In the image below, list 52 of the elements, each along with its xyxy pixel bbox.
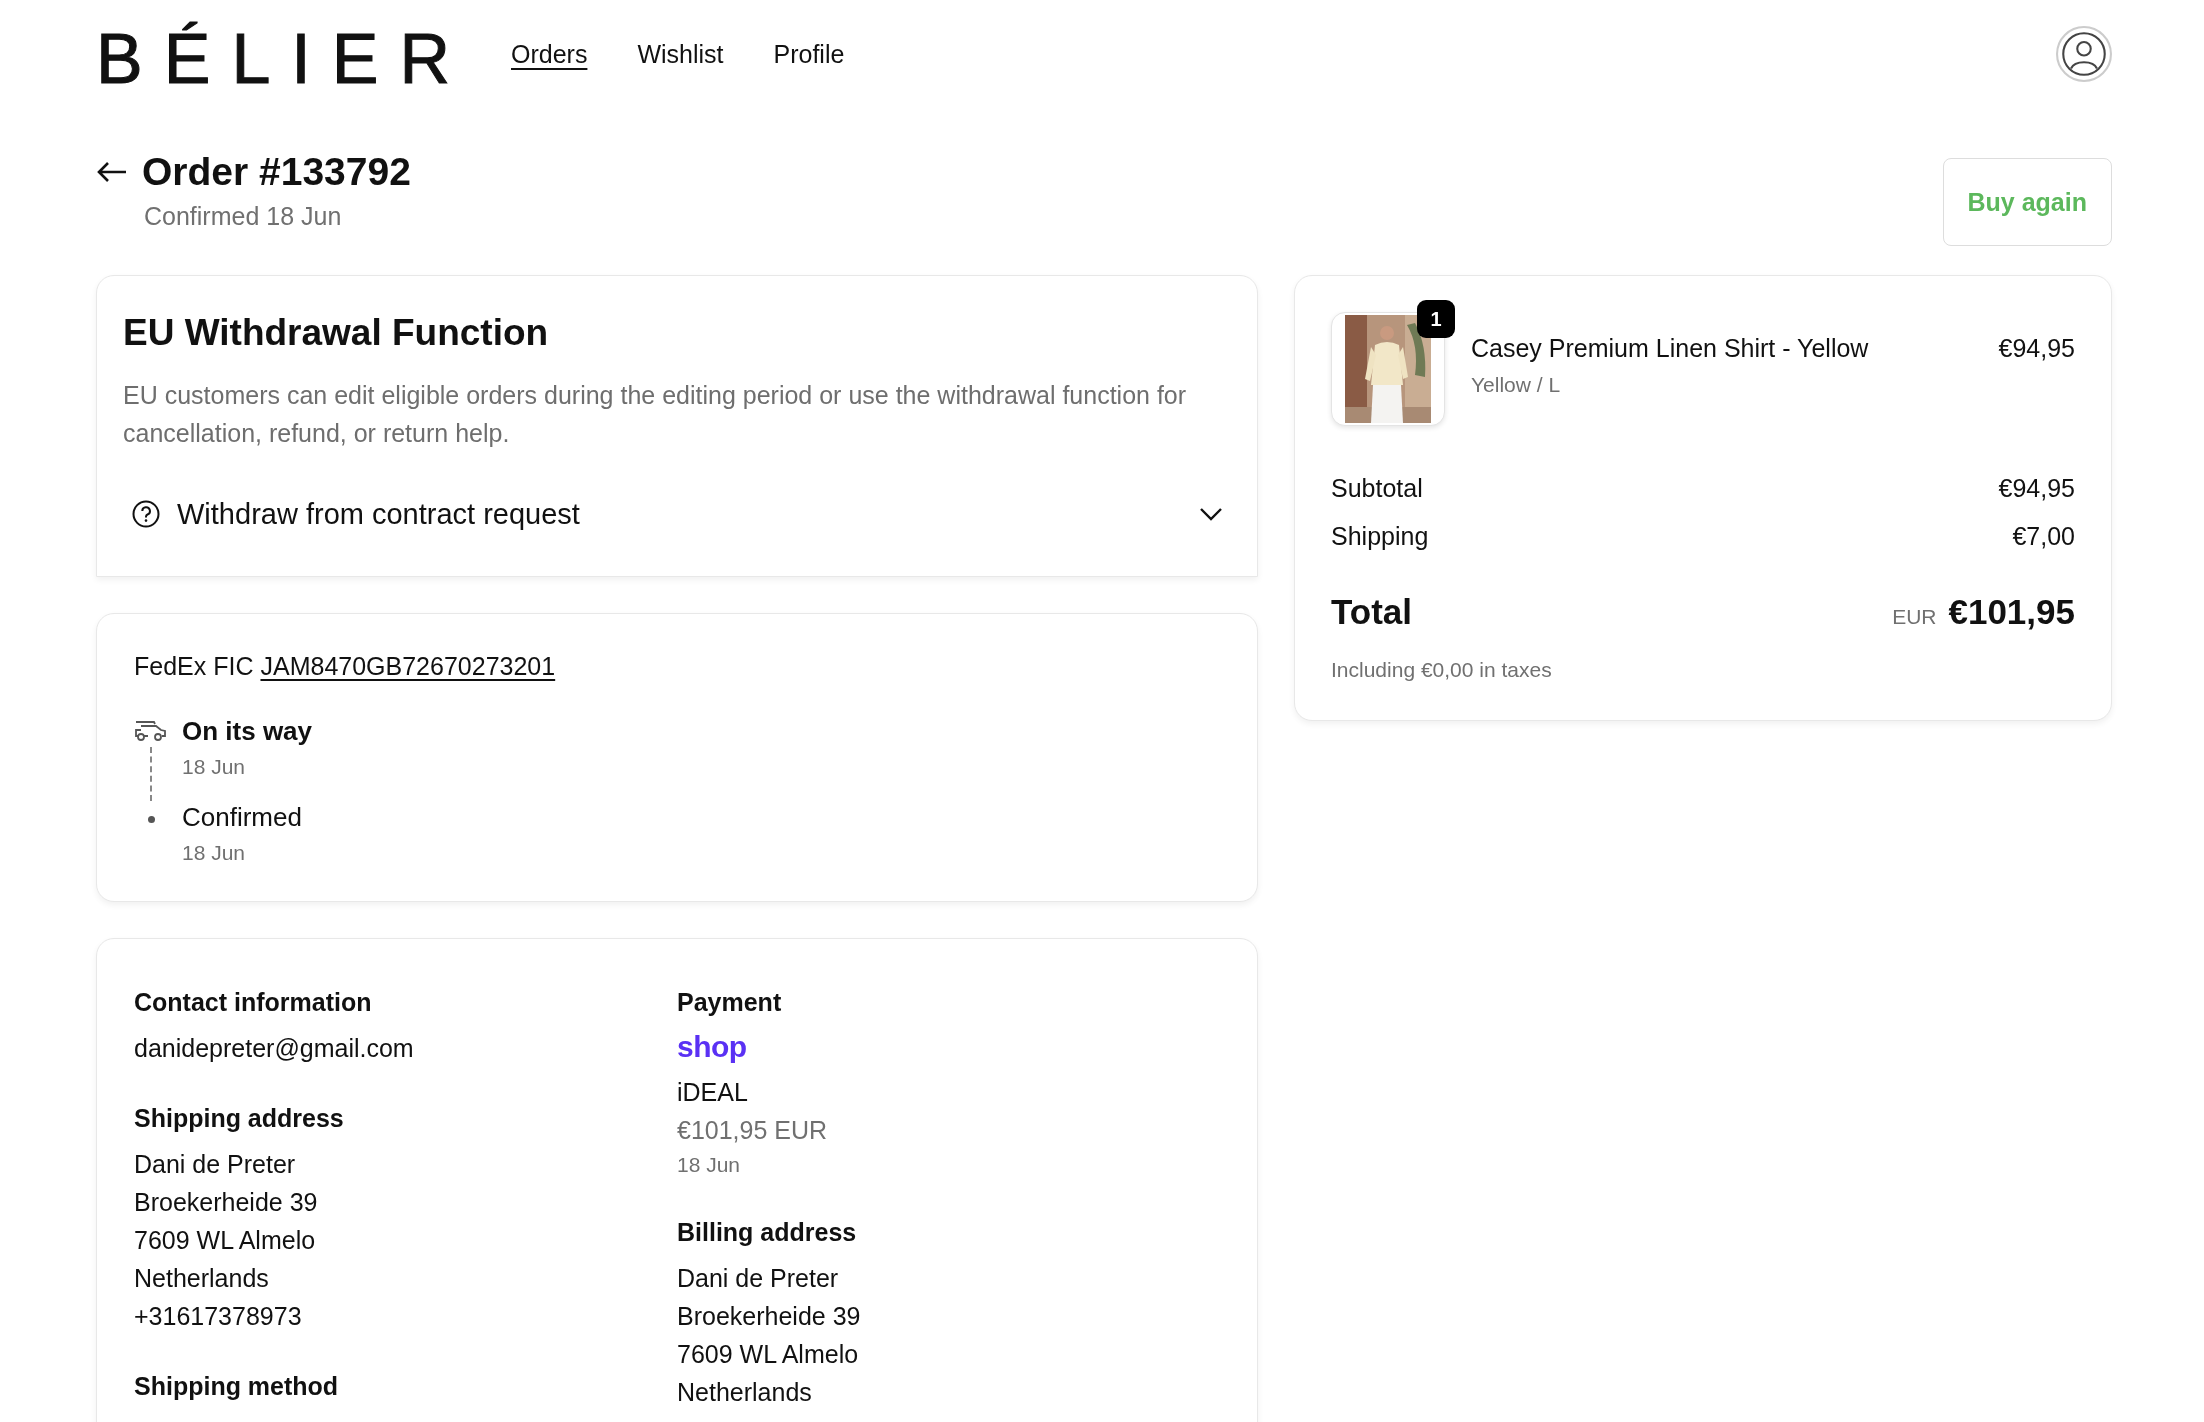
detail-text: 7609 WL Almelo: [134, 1225, 317, 1256]
section-heading: Shipping method: [134, 1371, 340, 1402]
nav-link[interactable]: Wishlist: [637, 39, 724, 69]
total-label: Total: [1331, 592, 1412, 632]
order-status: Confirmed 18 Jun: [144, 202, 343, 231]
currency-code: EUR: [1892, 605, 1937, 629]
event-date: 18 Jun: [182, 755, 247, 779]
quantity-badge: 1: [1417, 300, 1455, 338]
product-name[interactable]: Casey Premium Linen Shirt - Yellow: [1471, 334, 1999, 363]
nav-link[interactable]: Profile: [773, 39, 845, 69]
detail-text: iDEAL: [677, 1077, 749, 1108]
summary-value: €94,95: [1998, 473, 2075, 504]
summary-label: Subtotal: [1331, 473, 1423, 504]
section-heading: Billing address: [677, 1217, 858, 1248]
detail-text: Broekerheide 39: [134, 1187, 319, 1218]
taxes-note: Including €0,00 in taxes: [1331, 658, 1553, 682]
detail-text: Netherlands: [677, 1377, 813, 1408]
accordion-label[interactable]: Withdraw from contract request: [177, 497, 580, 531]
detail-text: Broekerheide 39: [677, 1301, 862, 1332]
payment-amount: €101,95 EUR: [677, 1115, 829, 1146]
order-title: Order #133792: [142, 150, 411, 194]
shop-pay-logo: shop: [677, 1029, 748, 1065]
payment-date: 18 Jun: [677, 1152, 742, 1178]
account-icon[interactable]: [2056, 26, 2112, 82]
event-date: 18 Jun: [182, 841, 247, 865]
card-title: EU Withdrawal Function: [123, 312, 550, 354]
event-status: Confirmed: [182, 801, 302, 833]
detail-text: +31617378973: [134, 1301, 303, 1332]
detail-text: Dani de Preter: [677, 1263, 840, 1294]
product-thumbnail[interactable]: [1331, 312, 1445, 426]
detail-text: 7609 WL Almelo: [677, 1339, 860, 1370]
chevron-icon[interactable]: [1199, 507, 1223, 521]
section-heading: Payment: [677, 987, 783, 1018]
back-arrow-icon[interactable]: [96, 160, 128, 184]
tracking-link[interactable]: JAM8470GB72670273201: [260, 652, 556, 681]
event-status: On its way: [182, 715, 313, 747]
detail-text: Dani de Preter: [134, 1149, 297, 1180]
carrier-name: FedEx FIC: [134, 652, 254, 681]
nav-link[interactable]: Orders: [511, 39, 588, 69]
card-description: EU customers can edit eligible orders during the editing period or use the withdrawal function for cancellation, refund, or return help.: [123, 380, 1188, 449]
section-heading: Contact information: [134, 987, 373, 1018]
total-value: €101,95: [1948, 592, 2075, 632]
section-heading: Shipping address: [134, 1103, 345, 1134]
brand-logo[interactable]: BÉLIER: [96, 24, 471, 94]
product-price: €94,95: [1998, 334, 2075, 363]
detail-text: danidepreter@gmail.com: [134, 1033, 415, 1064]
help-icon: [131, 499, 161, 529]
detail-text: Netherlands: [134, 1263, 270, 1294]
summary-label: Shipping: [1331, 521, 1429, 552]
product-variant: Yellow / L: [1471, 373, 1562, 397]
summary-value: €7,00: [2012, 521, 2075, 552]
timeline-dot: [147, 816, 155, 823]
